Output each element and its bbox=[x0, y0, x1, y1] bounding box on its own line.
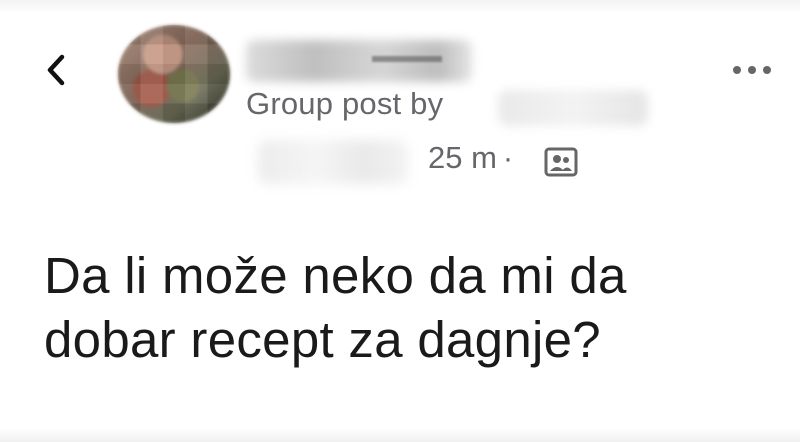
post-line: Da li može neko da mi da bbox=[44, 247, 627, 304]
group-name-redacted[interactable] bbox=[258, 140, 408, 184]
post-timestamp[interactable]: 25 m · bbox=[428, 140, 519, 176]
poster-name-redacted[interactable] bbox=[498, 90, 648, 126]
more-options-button[interactable] bbox=[728, 56, 776, 84]
post-line: dobar recept za dagnje? bbox=[44, 311, 601, 368]
chevron-left-icon bbox=[47, 54, 65, 86]
group-post-label: Group post by bbox=[246, 86, 444, 121]
timestamp-value: 25 m bbox=[428, 140, 497, 175]
more-horizontal-icon bbox=[733, 66, 771, 74]
post-body: Da li može neko da mi da dobar recept za… bbox=[44, 244, 764, 372]
author-name-redacted-mark bbox=[372, 56, 442, 62]
back-button[interactable] bbox=[34, 48, 78, 92]
post-card: Group post by 25 m · Da li može neko da m… bbox=[0, 0, 800, 442]
group-members-icon bbox=[544, 147, 578, 177]
avatar-pixelation bbox=[118, 25, 230, 123]
separator-dot: · bbox=[502, 140, 514, 175]
